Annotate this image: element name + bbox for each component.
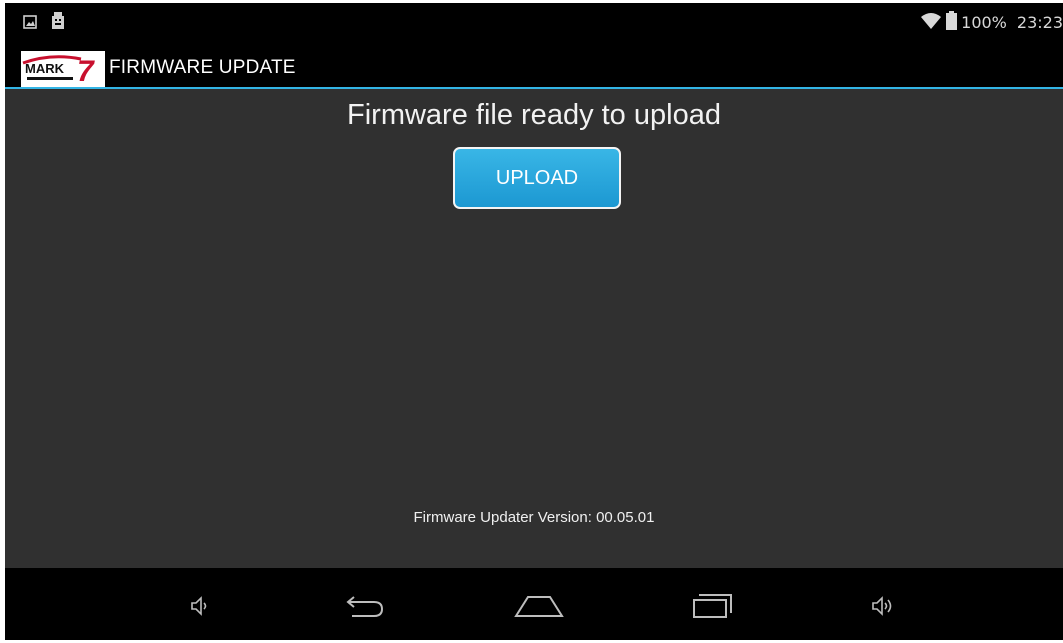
battery-percentage: 100% bbox=[961, 13, 1007, 32]
main-content: Firmware file ready to upload UPLOAD Fir… bbox=[5, 89, 1063, 568]
status-right-icons: 100% 23:23 bbox=[920, 11, 1063, 34]
gallery-notification-icon bbox=[23, 14, 37, 33]
status-left-icons bbox=[23, 12, 65, 34]
upload-button[interactable]: UPLOAD bbox=[453, 147, 621, 209]
recent-apps-icon[interactable] bbox=[683, 586, 743, 626]
clock: 23:23 bbox=[1016, 13, 1063, 32]
status-headline: Firmware file ready to upload bbox=[347, 99, 721, 131]
volume-up-icon[interactable] bbox=[853, 586, 913, 626]
usb-debugging-icon bbox=[51, 12, 65, 34]
svg-text:MARK: MARK bbox=[25, 61, 65, 76]
app-title: FIRMWARE UPDATE bbox=[109, 57, 296, 78]
back-icon[interactable] bbox=[335, 586, 395, 626]
navigation-bar bbox=[5, 568, 1063, 640]
svg-text:7: 7 bbox=[77, 55, 95, 87]
status-bar: 100% 23:23 bbox=[5, 3, 1063, 39]
home-icon[interactable] bbox=[509, 586, 569, 626]
version-label: Firmware Updater Version: 00.05.01 bbox=[413, 509, 655, 526]
battery-icon bbox=[946, 11, 958, 34]
wifi-icon bbox=[920, 12, 942, 34]
device-screen: 100% 23:23 MARK 7 FIRMWARE UPDATE Firmwa… bbox=[5, 3, 1063, 640]
volume-down-icon[interactable] bbox=[170, 586, 230, 626]
action-bar: MARK 7 FIRMWARE UPDATE bbox=[5, 39, 1063, 89]
mark7-logo: MARK 7 bbox=[21, 51, 105, 88]
